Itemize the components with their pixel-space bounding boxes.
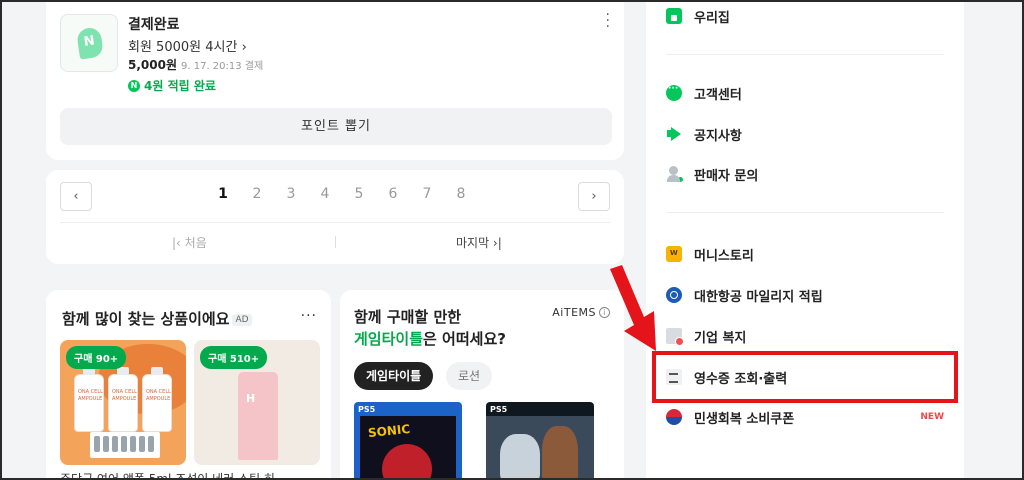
game-title-line1: 함께 구매할 만한	[354, 308, 462, 326]
highlight-box	[652, 351, 958, 403]
prev-page-button[interactable]: ‹	[60, 182, 92, 211]
house-icon	[666, 8, 682, 24]
menu-item-seller-inquiry[interactable]: 판매자 문의	[666, 162, 758, 186]
menu-item-notice[interactable]: 공지사항	[666, 122, 742, 146]
person-icon	[666, 166, 684, 183]
point-draw-button[interactable]: 포인트 뽑기	[60, 108, 612, 145]
page-3[interactable]: 3	[274, 186, 308, 202]
aitems-brand: AiTEMS	[552, 306, 596, 319]
menu-label: 대한항공 마일리지 적립	[694, 289, 823, 305]
more-icon[interactable]: ···	[301, 308, 317, 324]
chat-bubble-icon	[666, 84, 682, 101]
naver-point-icon: N	[128, 79, 140, 92]
recommend-title: 함께 많이 찾는 상품이에요	[62, 310, 230, 328]
korean-air-icon	[666, 287, 682, 303]
menu-label: 공지사항	[694, 128, 742, 144]
menu-item-money-story[interactable]: 머니스토리	[666, 242, 754, 266]
first-page-button[interactable]: |‹ 처음	[172, 234, 207, 251]
game-cover[interactable]: PS5 SONIC	[354, 402, 462, 480]
purchase-count-badge: 구매 90+	[66, 346, 127, 369]
divider	[60, 222, 610, 223]
menu-label: 고객센터	[694, 87, 742, 103]
ampoule-box	[90, 432, 160, 458]
menu-label: 민생회복 소비쿠폰	[694, 411, 795, 427]
page-1[interactable]: 1	[206, 186, 240, 202]
page-2[interactable]: 2	[240, 186, 274, 202]
divider	[666, 54, 944, 55]
menu-item-home[interactable]: 우리집	[666, 4, 730, 28]
menu-item-consumption-coupon[interactable]: 민생회복 소비쿠폰	[666, 405, 794, 429]
menu-item-korean-air-mileage[interactable]: 대한항공 마일리지 적립	[666, 283, 823, 307]
payment-date: 9. 17. 20:13 결제	[181, 61, 264, 72]
page-number-list: 1 2 3 4 5 6 7 8	[206, 186, 478, 202]
bottle-label: ONA CELL AMPOULE	[78, 389, 103, 402]
payment-detail-text: 회원 5000원 4시간	[128, 40, 238, 55]
product-bottle: ONA CELL AMPOULE	[74, 367, 104, 432]
side-menu: 우리집 고객센터 공지사항 판매자 문의 머니스토리 대한항공 마일리지 적립 …	[646, 0, 964, 480]
menu-label: 우리집	[694, 10, 730, 26]
megaphone-icon	[666, 126, 682, 142]
logo-letter: N	[82, 33, 96, 50]
taegeuk-icon	[666, 409, 682, 425]
game-title-rest: 은 어떠세요?	[423, 330, 506, 348]
menu-label: 머니스토리	[694, 248, 754, 264]
payment-detail-link[interactable]: 회원 5000원 4시간 ›	[128, 36, 247, 55]
product-card[interactable]: ONA CELL AMPOULE ONA CELL AMPOULE ONA CE…	[60, 340, 186, 465]
section-title: 함께 구매할 만한 게임타이틀은 어떠세요?	[354, 306, 506, 350]
point-earned-text: 4원 적립 완료	[144, 79, 216, 93]
chip-game-title[interactable]: 게임타이틀	[354, 362, 434, 390]
bottle-label: ONA CELL AMPOULE	[112, 389, 137, 402]
ad-badge: AD	[232, 314, 252, 326]
red-arrow-annotation	[610, 265, 656, 351]
ps5-logo: PS5	[358, 405, 376, 414]
payment-card: N 결제완료 회원 5000원 4시간 › 5,000원 9. 17. 20:13…	[46, 0, 624, 160]
page-5[interactable]: 5	[342, 186, 376, 202]
page-4[interactable]: 4	[308, 186, 342, 202]
point-earned: N 4원 적립 완료	[128, 77, 216, 94]
product-bottle: ONA CELL AMPOULE	[142, 367, 172, 432]
game-title-highlight: 게임타이틀	[354, 330, 424, 348]
more-options-icon[interactable]: · · ·	[606, 8, 610, 34]
page-6[interactable]: 6	[376, 186, 410, 202]
cover-art-title: SONIC	[367, 421, 411, 441]
menu-item-customer-center[interactable]: 고객센터	[666, 81, 742, 105]
bottle-label: ONA CELL AMPOULE	[146, 389, 171, 402]
payment-status-title: 결제완료	[128, 17, 180, 33]
menu-label: 기업 복지	[694, 330, 747, 346]
payment-amount-row: 5,000원 9. 17. 20:13 결제	[128, 56, 263, 73]
product-bottle: ONA CELL AMPOULE	[108, 367, 138, 432]
game-recommendation-card: 함께 구매할 만한 게임타이틀은 어떠세요? AiTEMS i 게임타이틀 로션 …	[340, 290, 624, 480]
divider	[335, 236, 336, 248]
pagination-card: ‹ 1 2 3 4 5 6 7 8 › |‹ 처음 마지막 ›|	[46, 170, 624, 264]
section-title: 함께 많이 찾는 상품이에요 AD	[62, 308, 252, 329]
building-icon	[666, 328, 684, 346]
menu-label: 판매자 문의	[694, 168, 759, 184]
naver-map-logo: N	[60, 14, 118, 72]
last-page-button[interactable]: 마지막 ›|	[456, 234, 502, 251]
product-caption[interactable]: 주단군 여어 앰폴 5ml 조성이 네러 스팀 히	[60, 470, 275, 480]
product-card[interactable]: H 구매 510+	[194, 340, 320, 465]
next-page-button[interactable]: ›	[578, 182, 610, 211]
new-badge: NEW	[920, 412, 944, 422]
payment-amount: 5,000원	[128, 58, 177, 72]
wallet-icon	[666, 246, 682, 262]
game-cover[interactable]: PS5	[486, 402, 594, 480]
product-stick: H	[238, 372, 278, 460]
purchase-count-badge: 구매 510+	[200, 346, 268, 369]
chip-lotion[interactable]: 로션	[446, 362, 493, 390]
chevron-right-icon: ›	[241, 40, 247, 55]
recommended-products-card: 함께 많이 찾는 상품이에요 AD ··· ONA CELL AMPOULE ON…	[46, 290, 331, 480]
page-7[interactable]: 7	[410, 186, 444, 202]
divider	[666, 212, 944, 213]
ps5-logo: PS5	[490, 405, 508, 414]
page-8[interactable]: 8	[444, 186, 478, 202]
menu-item-corporate-welfare[interactable]: 기업 복지	[666, 324, 746, 348]
